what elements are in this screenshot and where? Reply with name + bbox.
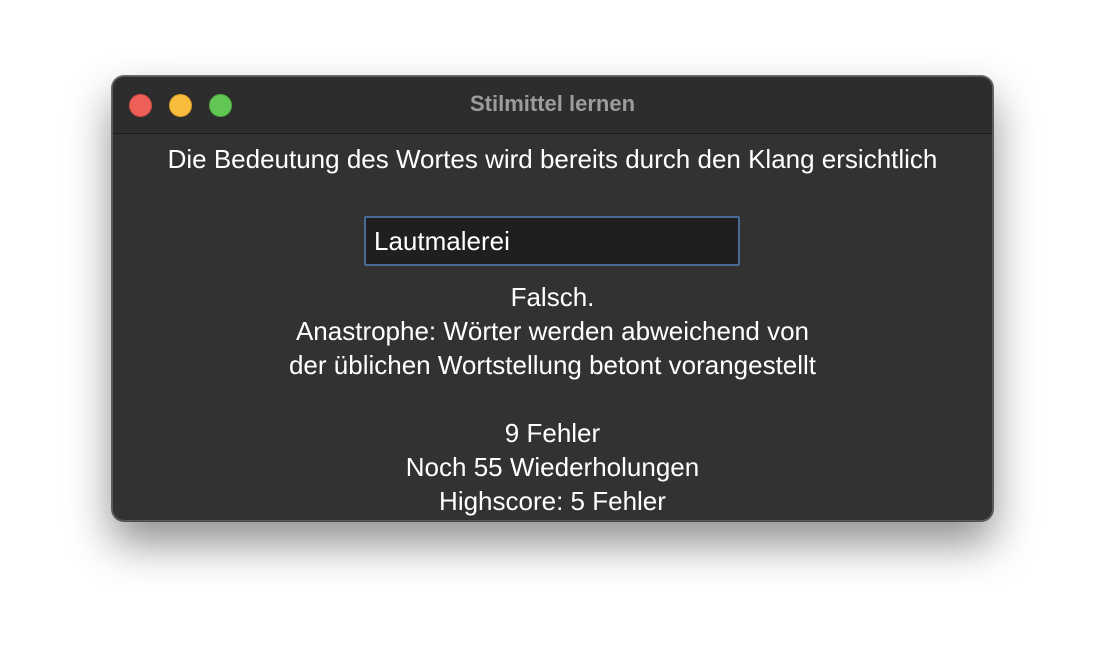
answer-input[interactable] <box>364 216 740 266</box>
correction-text-line2: der üblichen Wortstellung betont vorange… <box>288 350 817 380</box>
app-window: Stilmittel lernen Die Bedeutung des Wort… <box>112 76 993 521</box>
window-title: Stilmittel lernen <box>469 91 636 116</box>
error-count: 9 Fehler <box>504 418 601 448</box>
feedback-panel: Falsch. Anastrophe: Wörter werden abweic… <box>113 280 992 518</box>
highscore: Highscore: 5 Fehler <box>439 486 666 516</box>
question-prompt: Die Bedeutung des Wortes wird bereits du… <box>167 144 938 174</box>
result-text: Falsch. <box>510 282 595 312</box>
remaining-repetitions: Noch 55 Wiederholungen <box>405 452 700 482</box>
correction-text-line1: Anastrophe: Wörter werden abweichend von <box>295 316 810 346</box>
title-bar[interactable]: Stilmittel lernen <box>113 77 992 134</box>
quiz-content: Die Bedeutung des Wortes wird bereits du… <box>113 134 992 520</box>
